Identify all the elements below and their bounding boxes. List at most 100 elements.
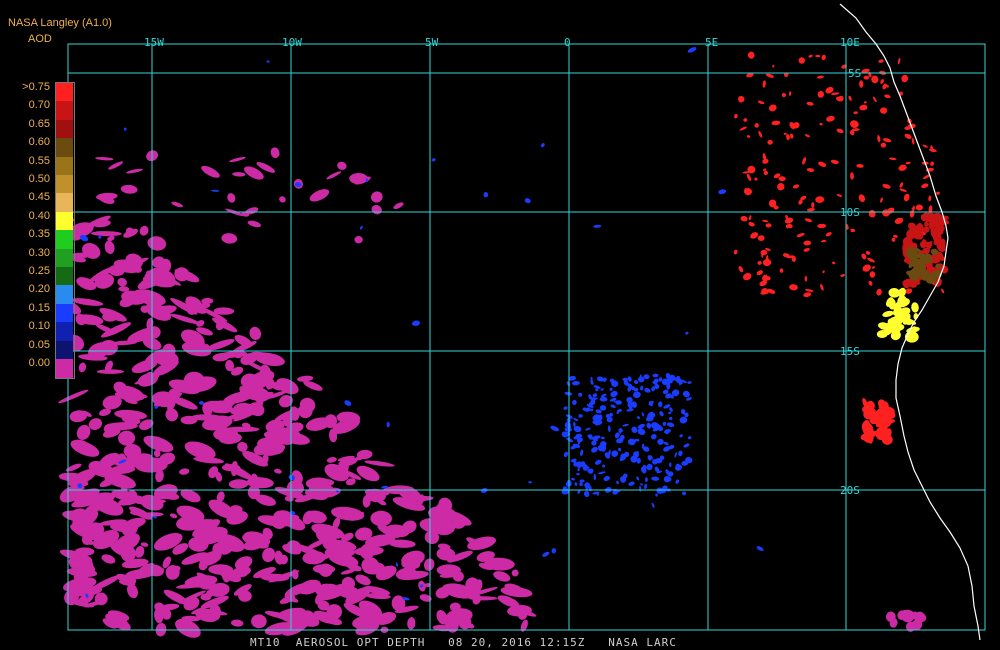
legend-label: 0.30 (28, 246, 50, 259)
aod-pixel (641, 412, 645, 417)
aod-pixel (674, 452, 678, 458)
aod-pixel (126, 168, 143, 174)
aod-pixel (337, 161, 347, 170)
aod-pixel (579, 479, 585, 483)
aod-pixel (922, 144, 928, 148)
aod-pixel (139, 225, 149, 236)
aod-pixel (90, 231, 122, 237)
aod-pixel (599, 396, 608, 402)
aod-pixel (815, 54, 821, 58)
aod-pixel (803, 292, 812, 298)
aod-pixel (169, 513, 178, 519)
aod-pixel (211, 189, 220, 192)
product-label: AOD (28, 33, 52, 45)
source-title: NASA Langley (A1.0) (8, 17, 112, 29)
aod-pixel (483, 192, 489, 198)
aod-pixel (201, 165, 220, 178)
aod-pixel (734, 113, 738, 119)
aod-pixel (804, 218, 813, 223)
aod-pixel (836, 128, 844, 134)
aod-pixel (247, 220, 262, 228)
aod-pixel (118, 430, 136, 446)
aod-pixel (206, 339, 235, 351)
aod-pixel (611, 450, 619, 458)
aod-pixel (669, 416, 673, 421)
aod-pixel (872, 266, 875, 269)
aod-pixel (903, 193, 910, 202)
aod-pixel (872, 96, 877, 103)
aod-pixel (669, 462, 672, 468)
aod-pixel (592, 393, 598, 398)
aod-pixel (756, 270, 764, 276)
aod-pixel (936, 191, 940, 195)
aod-pixel (788, 91, 792, 96)
aod-pixel (687, 436, 692, 440)
aod-pixel (760, 249, 768, 256)
lon-label: 10W (282, 36, 302, 49)
aod-pixel (898, 164, 907, 171)
lon-label: 15W (144, 36, 164, 49)
aod-pixel (804, 288, 814, 292)
aod-pixel (909, 210, 915, 218)
legend-frame (55, 82, 75, 379)
aod-pixel (593, 224, 602, 228)
aod-pixel (867, 257, 875, 263)
aod-pixel (303, 380, 323, 391)
aod-pixel (803, 247, 810, 252)
aod-pixel (685, 331, 689, 335)
aod-pixel (583, 490, 590, 498)
aod-pixel (98, 235, 102, 239)
aod-pixel (738, 266, 744, 273)
aod-pixel (95, 156, 114, 161)
aod-pixel (634, 380, 639, 384)
legend-label: 0.05 (28, 338, 50, 351)
aod-pixel (825, 232, 832, 237)
aod-pixel (891, 237, 896, 242)
aod-pixel (777, 183, 785, 191)
aod-pixel (930, 161, 934, 166)
lat-label: 20S (840, 484, 860, 497)
map-viewer: NASA Langley (A1.0) AOD >0.75 0.70 0.65 0.6… (0, 0, 1000, 650)
aod-pixel (803, 240, 812, 246)
aod-pixel (279, 196, 286, 203)
aod-pixel (628, 481, 635, 486)
legend-label: 0.20 (28, 283, 50, 296)
aod-pixel (120, 184, 138, 194)
legend-label: 0.25 (28, 265, 50, 277)
aod-pixel (227, 193, 236, 203)
aod-pixel (806, 168, 815, 172)
aod-pixel (573, 418, 579, 422)
aod-pixel (675, 479, 680, 484)
aod-pixel (880, 142, 887, 148)
aod-pixel (765, 73, 775, 78)
aod-pixel (880, 107, 888, 114)
aod-pixel (371, 205, 382, 215)
aod-pixel (511, 569, 519, 577)
aod-pixel (863, 101, 867, 104)
aod-pixel (767, 139, 773, 145)
aod-pixel (853, 111, 858, 115)
aod-pixel (820, 283, 824, 291)
aod-pixel (877, 135, 881, 143)
aod-pixel (659, 410, 664, 417)
aod-pixel (572, 399, 577, 406)
aod-pixel (880, 79, 884, 84)
aod-pixel (806, 101, 814, 106)
aod-pixel (603, 475, 610, 482)
legend-label: 0.45 (28, 191, 50, 204)
aod-pixel (762, 219, 769, 223)
aod-pixel (395, 562, 398, 567)
aod-pixel (816, 75, 824, 79)
aod-pixel (528, 481, 532, 484)
aod-pixel (882, 310, 894, 317)
aod-pixel (636, 416, 641, 419)
aod-pixel (359, 225, 363, 230)
aod-pixel (344, 400, 352, 406)
aod-pixel (817, 91, 825, 98)
lon-label: 5W (425, 36, 439, 49)
aod-pixels-layer (57, 47, 950, 638)
aod-pixel (431, 158, 436, 162)
aod-pixel (423, 558, 435, 571)
aod-pixel (370, 510, 392, 527)
aod-pixel (767, 288, 776, 294)
